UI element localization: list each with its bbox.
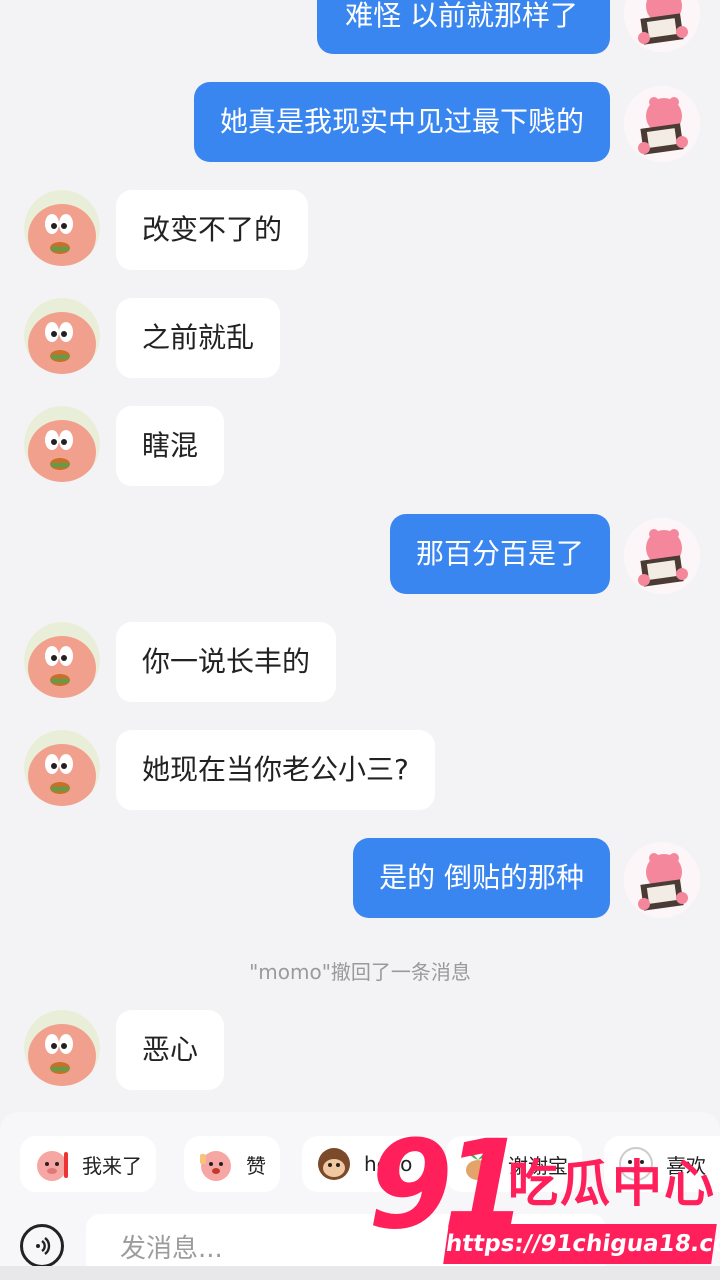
- quick-reply-label: 我来了: [82, 1153, 142, 1178]
- watermark-text: 吃瓜中心: [508, 1155, 716, 1213]
- message-bubble-sent[interactable]: 她真是我现实中见过最下贱的: [193, 82, 610, 162]
- message-bubble-received[interactable]: 恶心: [116, 1010, 225, 1090]
- message-row-received: 改变不了的: [24, 190, 309, 270]
- message-bubble-received[interactable]: 之前就乱: [116, 298, 281, 378]
- watermark-url: https://91chigua18.com: [443, 1224, 720, 1264]
- message-bubble-received[interactable]: 她现在当你老公小三?: [116, 730, 435, 810]
- sound-wave-icon: [36, 1237, 51, 1255]
- contact-avatar[interactable]: [24, 622, 100, 698]
- message-row-sent: 她真是我现实中见过最下贱的: [193, 82, 700, 162]
- message-bubble-received[interactable]: 瞎混: [116, 406, 225, 486]
- message-input-placeholder: 发消息...: [120, 1234, 223, 1264]
- site-watermark: 91 吃瓜中心 https://91chigua18.com: [368, 1124, 720, 1274]
- message-bubble-sent[interactable]: 是的 倒贴的那种: [353, 838, 610, 918]
- message-row-sent: 难怪 以前就那样了: [317, 0, 700, 54]
- message-bubble-received[interactable]: 改变不了的: [116, 190, 309, 270]
- message-bubble-sent[interactable]: 难怪 以前就那样了: [317, 0, 610, 54]
- monkey-sticker-icon: [318, 1148, 350, 1180]
- message-row-received: 瞎混: [24, 406, 225, 486]
- quick-reply-label: 赞: [246, 1153, 266, 1178]
- my-avatar[interactable]: [624, 0, 700, 52]
- contact-avatar[interactable]: [24, 1010, 100, 1086]
- message-row-received: 你一说长丰的: [24, 622, 337, 702]
- quick-reply-chip[interactable]: 我来了: [20, 1136, 156, 1192]
- pig-thumbs-sticker-icon: [200, 1151, 231, 1181]
- my-avatar[interactable]: [624, 842, 700, 918]
- message-row-received: 之前就乱: [24, 298, 281, 378]
- contact-avatar[interactable]: [24, 298, 100, 374]
- contact-avatar[interactable]: [24, 406, 100, 482]
- message-row-received: 恶心: [24, 1010, 225, 1090]
- quick-reply-chip[interactable]: 赞: [184, 1136, 280, 1192]
- voice-input-button[interactable]: [20, 1224, 64, 1268]
- message-row-received: 她现在当你老公小三?: [24, 730, 435, 810]
- my-avatar[interactable]: [624, 86, 700, 162]
- message-row-sent: 是的 倒贴的那种: [353, 838, 700, 918]
- message-bubble-sent[interactable]: 那百分百是了: [389, 514, 610, 594]
- chat-message-list[interactable]: 难怪 以前就那样了 她真是我现实中见过最下贱的 改变不了的 之前就乱 瞎混 那百…: [0, 0, 720, 1110]
- recall-notice: "momo"撤回了一条消息: [249, 960, 471, 984]
- message-bubble-received[interactable]: 你一说长丰的: [116, 622, 337, 702]
- my-avatar[interactable]: [624, 518, 700, 594]
- contact-avatar[interactable]: [24, 190, 100, 266]
- contact-avatar[interactable]: [24, 730, 100, 806]
- message-row-sent: 那百分百是了: [389, 514, 700, 594]
- pig-sticker-icon: [37, 1151, 68, 1181]
